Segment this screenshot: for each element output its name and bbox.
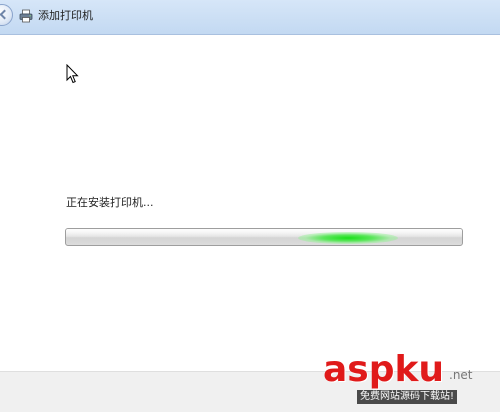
- add-printer-window: 添加打印机 正在安装打印机... aspku .net 免费网站源码下载站!: [0, 0, 500, 412]
- mouse-cursor-icon: [66, 64, 79, 84]
- back-button[interactable]: [0, 4, 13, 26]
- watermark-brand: aspku: [323, 349, 445, 390]
- watermark-domain-suffix: .net: [449, 368, 473, 382]
- title-bar: 添加打印机: [0, 0, 500, 35]
- printer-icon: [19, 9, 33, 23]
- watermark-logo: aspku .net 免费网站源码下载站!: [319, 350, 494, 410]
- progress-marquee-glow: [298, 232, 398, 244]
- window-title: 添加打印机: [38, 9, 93, 22]
- install-progress-bar: [65, 228, 463, 246]
- watermark-tagline: 免费网站源码下载站!: [357, 390, 458, 404]
- status-text: 正在安装打印机...: [66, 196, 154, 209]
- progress-bar-gloss: [66, 229, 462, 236]
